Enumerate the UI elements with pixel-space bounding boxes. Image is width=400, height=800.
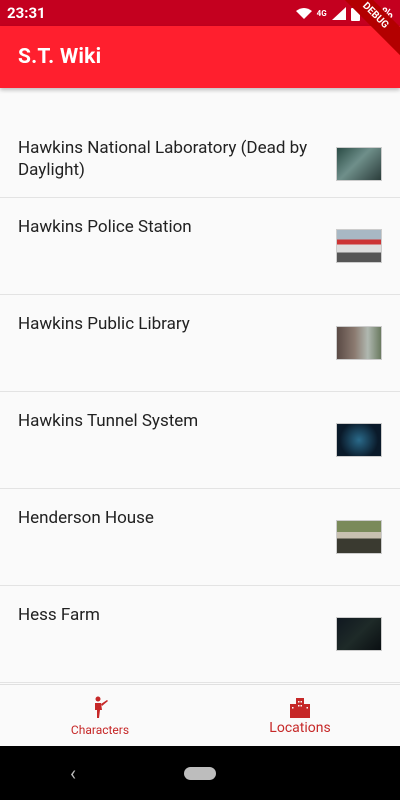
location-thumbnail: [336, 423, 382, 457]
list-item[interactable]: Hawkins Police Station: [0, 198, 400, 295]
app-bar: S.T. Wiki: [0, 26, 400, 88]
location-thumbnail: [336, 229, 382, 263]
list-item[interactable]: Hawkins Tunnel System: [0, 392, 400, 489]
location-name: Hawkins Tunnel System: [18, 411, 199, 431]
list-item[interactable]: Hess Farm: [0, 586, 400, 683]
person-walking-icon: [95, 696, 108, 718]
location-name: Henderson House: [18, 508, 154, 528]
location-name: Hawkins National Laboratory (Dead by Day…: [18, 138, 308, 180]
back-icon[interactable]: ‹: [70, 761, 76, 785]
status-time: 23:31: [7, 4, 46, 22]
list-item[interactable]: Henderson House: [0, 489, 400, 586]
signal-icon: [331, 6, 346, 20]
app-title: S.T. Wiki: [18, 45, 102, 69]
nav-locations[interactable]: Locations: [200, 685, 400, 747]
location-thumbnail: [336, 617, 382, 651]
status-bar: 23:31 4G 83%: [0, 0, 400, 26]
city-icon: [290, 698, 310, 718]
network-label: 4G: [316, 8, 327, 18]
home-pill-icon[interactable]: [184, 766, 216, 780]
wifi-icon: [295, 7, 312, 19]
location-thumbnail: [336, 326, 382, 360]
location-thumbnail: [336, 147, 382, 181]
location-name: Hawkins Police Station: [18, 217, 192, 237]
nav-locations-label: Locations: [269, 720, 331, 736]
bottom-navigation: Characters Locations: [0, 684, 400, 747]
nav-characters[interactable]: Characters: [0, 685, 200, 747]
nav-characters-label: Characters: [70, 722, 130, 737]
locations-list: Hawkins National Laboratory (Dead by Day…: [0, 88, 400, 684]
system-navigation-bar: ‹: [0, 746, 400, 800]
location-thumbnail: [336, 520, 382, 554]
location-name: Hess Farm: [18, 605, 100, 625]
list-item[interactable]: Hawkins Public Library: [0, 295, 400, 392]
location-name: Hawkins Public Library: [18, 314, 190, 334]
list-item[interactable]: Hawkins National Laboratory (Dead by Day…: [0, 88, 400, 198]
